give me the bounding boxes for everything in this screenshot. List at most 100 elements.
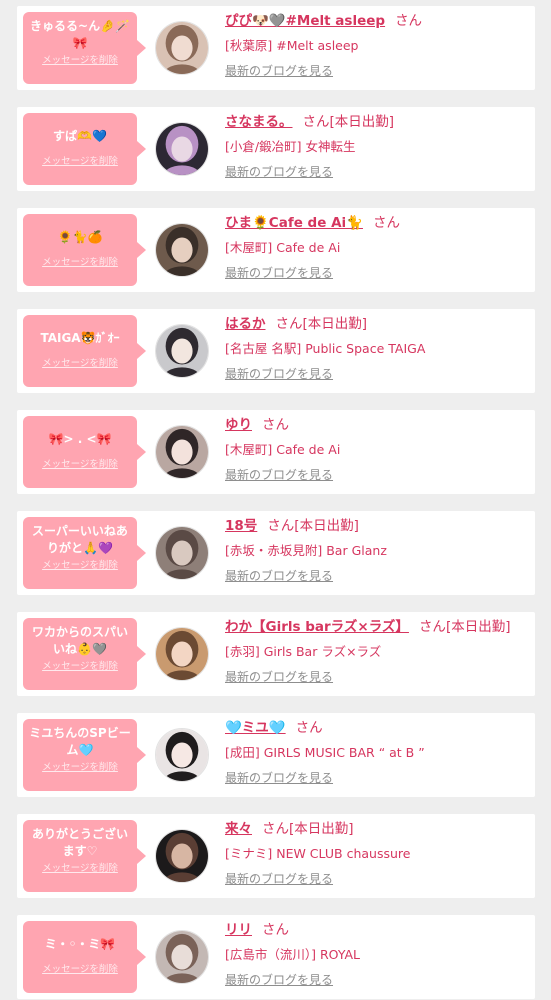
avatar[interactable] (155, 930, 209, 984)
cast-name-link[interactable]: わか【Girls barラズ×ラズ】 (225, 619, 409, 635)
latest-blog-link[interactable]: 最新のブログを見る (225, 164, 333, 180)
avatar[interactable] (155, 21, 209, 75)
honorific-label: さん (372, 215, 400, 231)
cast-name-link[interactable]: リリ (225, 922, 252, 938)
avatar-photo (156, 931, 208, 983)
work-today-badge: [本日出勤] (329, 114, 395, 130)
shop-text: [成田] GIRLS MUSIC BAR “ at B ” (225, 745, 425, 760)
delete-message-link[interactable]: メッセージを削除 (23, 559, 137, 573)
message-text: ワカからのスパいいね👶🩶 (31, 625, 128, 656)
honorific-label: さん (275, 316, 303, 332)
message-bubble: スーパーいいねありがと🙏💜 メッセージを削除 (23, 517, 146, 589)
cast-name-link[interactable]: 🩵ミユ🩵 (225, 720, 286, 736)
delete-message-link[interactable]: メッセージを削除 (23, 357, 137, 371)
cast-name-line: リリ さん (225, 921, 529, 939)
honorific-label: さん (302, 114, 330, 130)
cast-info: 18号 さん[本日出勤] [赤坂・赤坂見附] Bar Glanz 最新のブログを見る (225, 517, 529, 584)
avatar[interactable] (155, 324, 209, 378)
cast-name-line: 18号 さん[本日出勤] (225, 517, 529, 535)
cast-name-link[interactable]: はるか (225, 316, 266, 332)
honorific-label: さん (262, 417, 289, 433)
shop-text: [赤坂・赤坂見附] Bar Glanz (225, 543, 387, 558)
message-text: ミユちんのSPビーム🩵 (29, 726, 131, 757)
delete-message-link[interactable]: メッセージを削除 (23, 862, 137, 876)
cast-name-link[interactable]: 18号 (225, 518, 257, 534)
avatar[interactable] (155, 526, 209, 580)
message-card: すぱ🫶💙 メッセージを削除 さなまる。 さん[本日出勤] [小倉/鍛冶町] 女神転生 最新… (17, 107, 535, 191)
cast-name-line: さなまる。 さん[本日出勤] (225, 113, 529, 131)
message-bubble: TAIGA🐯ｶﾞｵｰ メッセージを削除 (23, 315, 146, 387)
cast-info: 🩵ミユ🩵 さん [成田] GIRLS MUSIC BAR “ at B ” 最新のブロ… (225, 719, 529, 786)
cast-name-link[interactable]: ぴぴ🐶🩶#Melt asleep (225, 13, 385, 29)
avatar-photo (156, 729, 208, 781)
avatar-photo (156, 426, 208, 478)
latest-blog-link[interactable]: 最新のブログを見る (225, 568, 333, 584)
cast-name-line: 来々 さん[本日出勤] (225, 820, 529, 838)
latest-blog-link[interactable]: 最新のブログを見る (225, 871, 333, 887)
message-text: 🎀> . <🎀 (48, 431, 112, 446)
latest-blog-link[interactable]: 最新のブログを見る (225, 972, 333, 988)
message-card: きゅるる~ん🤌🪄🎀 メッセージを削除 ぴぴ🐶🩶#Melt asleep さん [秋葉原]… (17, 6, 535, 90)
delete-message-link[interactable]: メッセージを削除 (23, 256, 137, 270)
message-text: きゅるる~ん🤌🪄🎀 (30, 19, 130, 50)
message-bubble: きゅるる~ん🤌🪄🎀 メッセージを削除 (23, 12, 146, 84)
message-bubble: ありがとうございます♡ メッセージを削除 (23, 820, 146, 892)
delete-message-link[interactable]: メッセージを削除 (23, 963, 137, 977)
latest-blog-link[interactable]: 最新のブログを見る (225, 265, 333, 281)
cast-name-link[interactable]: ひま🌻Cafe de Ai🐈 (225, 215, 363, 231)
avatar[interactable] (155, 122, 209, 176)
latest-blog-link[interactable]: 最新のブログを見る (225, 669, 333, 685)
cast-name-link[interactable]: 来々 (225, 821, 252, 837)
avatar-photo (156, 628, 208, 680)
latest-blog-link[interactable]: 最新のブログを見る (225, 770, 333, 786)
honorific-label: さん (262, 821, 289, 837)
message-bubble: 🎀> . <🎀 メッセージを削除 (23, 416, 146, 488)
cast-info: ゆり さん [木屋町] Cafe de Ai 最新のブログを見る (225, 416, 529, 483)
avatar[interactable] (155, 425, 209, 479)
message-card: ありがとうございます♡ メッセージを削除 来々 さん[本日出勤] [ミナミ] NEW C… (17, 814, 535, 898)
shop-text: [赤羽] Girls Bar ラズ×ラズ (225, 644, 382, 659)
delete-message-link[interactable]: メッセージを削除 (23, 155, 137, 169)
latest-blog-link[interactable]: 最新のブログを見る (225, 467, 333, 483)
latest-blog-link[interactable]: 最新のブログを見る (225, 63, 333, 79)
shop-text: [名古屋 名駅] Public Space TAIGA (225, 341, 426, 356)
shop-text: [ミナミ] NEW CLUB chaussure (225, 846, 411, 861)
message-text: ありがとうございます♡ (31, 827, 128, 858)
cast-info: リリ さん [広島市（流川）] ROYAL 最新のブログを見る (225, 921, 529, 988)
cast-name-link[interactable]: ゆり (225, 417, 252, 433)
shop-text: [木屋町] Cafe de Ai (225, 442, 341, 457)
cast-info: わか【Girls barラズ×ラズ】 さん[本日出勤] [赤羽] Girls Bar… (225, 618, 529, 685)
shop-text: [小倉/鍛冶町] 女神転生 (225, 139, 356, 154)
avatar[interactable] (155, 728, 209, 782)
cast-info: はるか さん[本日出勤] [名古屋 名駅] Public Space TAIGA 最新… (225, 315, 529, 382)
honorific-label: さん (418, 619, 446, 635)
avatar-photo (156, 527, 208, 579)
cast-info: ぴぴ🐶🩶#Melt asleep さん [秋葉原] #Melt asleep 最新のブ… (225, 12, 529, 79)
message-text: ミ・◦・ミ🎀 (44, 936, 116, 951)
cast-name-line: はるか さん[本日出勤] (225, 315, 529, 333)
avatar-photo (156, 830, 208, 882)
avatar-face (171, 944, 193, 970)
cast-name-line: ぴぴ🐶🩶#Melt asleep さん (225, 12, 529, 30)
message-bubble: ミユちんのSPビーム🩵 メッセージを削除 (23, 719, 146, 791)
delete-message-link[interactable]: メッセージを削除 (23, 761, 137, 775)
avatar[interactable] (155, 829, 209, 883)
avatar-photo (156, 325, 208, 377)
honorific-label: さん (267, 518, 295, 534)
avatar-face (171, 338, 193, 364)
delete-message-link[interactable]: メッセージを削除 (23, 660, 137, 674)
avatar-face (171, 843, 193, 869)
avatar[interactable] (155, 627, 209, 681)
cast-info: さなまる。 さん[本日出勤] [小倉/鍛冶町] 女神転生 最新のブログを見る (225, 113, 529, 180)
shop-text: [秋葉原] #Melt asleep (225, 38, 359, 53)
avatar-photo (156, 22, 208, 74)
avatar[interactable] (155, 223, 209, 277)
delete-message-link[interactable]: メッセージを削除 (23, 54, 137, 68)
message-bubble: すぱ🫶💙 メッセージを削除 (23, 113, 146, 185)
cast-name-link[interactable]: さなまる。 (225, 114, 293, 130)
latest-blog-link[interactable]: 最新のブログを見る (225, 366, 333, 382)
message-card: ミユちんのSPビーム🩵 メッセージを削除 🩵ミユ🩵 さん [成田] GIRLS MUSI… (17, 713, 535, 797)
delete-message-link[interactable]: メッセージを削除 (23, 458, 137, 472)
avatar-face (171, 35, 193, 61)
cast-info: ひま🌻Cafe de Ai🐈 さん [木屋町] Cafe de Ai 最新のブログを見… (225, 214, 529, 281)
